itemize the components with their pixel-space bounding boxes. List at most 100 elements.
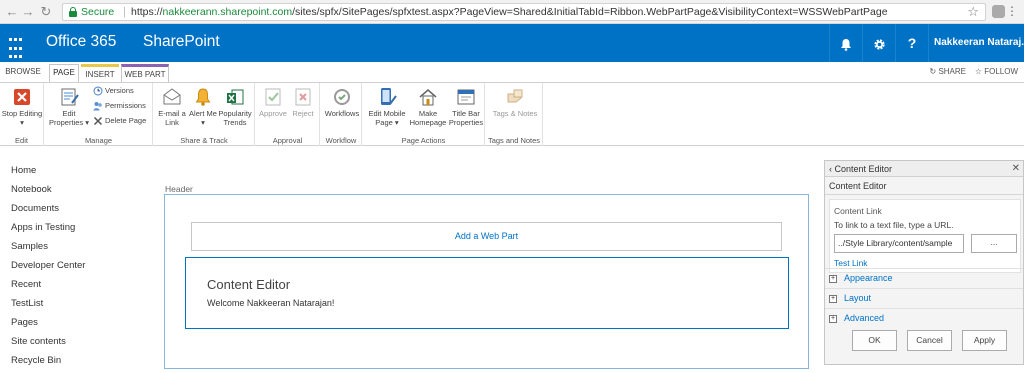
user-name[interactable]: Nakkeeran Nataraj... bbox=[928, 24, 1024, 62]
section-advanced[interactable]: + Advanced bbox=[825, 308, 1023, 326]
section-layout[interactable]: + Layout bbox=[825, 288, 1023, 306]
tags-notes-label: Tags & Notes bbox=[492, 109, 538, 118]
tags-notes-button[interactable]: Tags & Notes bbox=[490, 86, 540, 119]
reject-button[interactable]: Reject bbox=[289, 86, 317, 119]
cancel-button[interactable]: Cancel bbox=[907, 330, 952, 351]
edit-mobile-page-label: Edit Mobile Page bbox=[368, 109, 406, 127]
alert-bell-icon bbox=[195, 88, 211, 106]
nav-item-site-contents[interactable]: Site contents bbox=[0, 335, 150, 354]
nav-item-notebook[interactable]: Notebook bbox=[0, 183, 150, 202]
url-text[interactable]: https://nakkeerann.sharepoint.com/sites/… bbox=[131, 6, 888, 18]
nav-item-recycle-bin[interactable]: Recycle Bin bbox=[0, 354, 150, 373]
browse-button[interactable]: ... bbox=[971, 234, 1017, 253]
url-box[interactable]: Secure | https://nakkeerann.sharepoint.c… bbox=[62, 3, 986, 21]
popularity-trends-label: Popularity Trends bbox=[218, 109, 252, 127]
tab-web-part[interactable]: WEB PART bbox=[121, 64, 169, 82]
make-homepage-button[interactable]: Make Homepage bbox=[409, 86, 447, 127]
nav-item-testlist[interactable]: TestList bbox=[0, 297, 150, 316]
popularity-trends-button[interactable]: Popularity Trends bbox=[217, 86, 253, 127]
section-appearance-label: Appearance bbox=[844, 273, 893, 283]
workflows-button[interactable]: Workflows bbox=[323, 86, 361, 119]
web-part-zone: Add a Web Part Content Editor Welcome Na… bbox=[164, 194, 809, 369]
tags-notes-icon bbox=[507, 89, 523, 103]
settings-gear-icon[interactable] bbox=[862, 24, 895, 62]
expand-plus-icon: + bbox=[829, 314, 837, 323]
reject-icon bbox=[295, 88, 311, 106]
group-label-workflow: Workflow bbox=[325, 136, 357, 145]
excel-trends-icon bbox=[227, 89, 244, 105]
content-editor-web-part[interactable]: Content Editor Welcome Nakkeeran Nataraj… bbox=[185, 257, 789, 329]
ok-button[interactable]: OK bbox=[852, 330, 897, 351]
content-link-hint: To link to a text file, type a URL. bbox=[834, 220, 954, 230]
add-web-part-button[interactable]: Add a Web Part bbox=[191, 222, 782, 251]
delete-page-button[interactable]: Delete Page bbox=[93, 116, 146, 126]
nav-item-developer-center[interactable]: Developer Center bbox=[0, 259, 150, 278]
lock-icon bbox=[69, 7, 77, 17]
email-link-label: E-mail a Link bbox=[158, 109, 186, 127]
office365-brand[interactable]: Office 365 bbox=[46, 33, 116, 51]
permissions-icon bbox=[93, 102, 102, 111]
tool-pane-subheader: Content Editor bbox=[825, 177, 1023, 195]
ribbon-tab-row: BROWSE PAGE INSERT WEB PART ↻ SHARE ☆ FO… bbox=[0, 62, 1024, 82]
url-scheme: https:// bbox=[131, 6, 163, 18]
nav-item-samples[interactable]: Samples bbox=[0, 240, 150, 259]
ribbon-group-page-actions: Edit Mobile Page ▾ Make Homepage Title B… bbox=[363, 83, 485, 146]
title-bar-properties-label: Title Bar Properties bbox=[448, 109, 484, 127]
tab-browse[interactable]: BROWSE bbox=[0, 64, 46, 82]
secure-label: Secure bbox=[81, 6, 115, 18]
web-part-title: Content Editor bbox=[207, 277, 291, 292]
email-link-button[interactable]: E-mail a Link bbox=[156, 86, 188, 127]
alert-me-button[interactable]: Alert Me ▾ bbox=[189, 86, 217, 127]
extension-icon[interactable] bbox=[992, 5, 1005, 18]
section-advanced-label: Advanced bbox=[844, 313, 885, 323]
follow-label: FOLLOW bbox=[984, 67, 1018, 76]
bookmark-star-icon[interactable]: ☆ bbox=[967, 4, 979, 20]
url-domain: nakkeerann.sharepoint.com bbox=[162, 6, 293, 18]
app-launcher-icon[interactable] bbox=[0, 24, 30, 62]
sharepoint-brand[interactable]: SharePoint bbox=[143, 33, 220, 51]
versions-button[interactable]: Versions bbox=[93, 86, 134, 96]
share-button[interactable]: ↻ SHARE bbox=[930, 67, 967, 76]
edit-properties-button[interactable]: Edit Properties ▾ bbox=[48, 86, 90, 127]
nav-item-pages[interactable]: Pages bbox=[0, 316, 150, 335]
title-bar-properties-button[interactable]: Title Bar Properties bbox=[447, 86, 485, 127]
zone-label-header: Header bbox=[165, 184, 193, 194]
help-icon[interactable]: ? bbox=[895, 24, 928, 62]
nav-item-recent[interactable]: Recent bbox=[0, 278, 150, 297]
nav-item-apps-in-testing[interactable]: Apps in Testing bbox=[0, 221, 150, 240]
forward-arrow-icon[interactable]: → bbox=[20, 3, 36, 21]
section-layout-label: Layout bbox=[844, 293, 872, 303]
edit-mobile-page-button[interactable]: Edit Mobile Page ▾ bbox=[365, 86, 409, 127]
permissions-label: Permissions bbox=[105, 101, 146, 110]
content-link-input[interactable]: ../Style Library/content/sample bbox=[834, 234, 964, 253]
group-label-tags-notes: Tags and Notes bbox=[487, 136, 541, 145]
group-label-page-actions: Page Actions bbox=[401, 136, 446, 145]
back-arrow-icon[interactable]: ← bbox=[4, 3, 20, 21]
nav-item-documents[interactable]: Documents bbox=[0, 202, 150, 221]
section-appearance[interactable]: + Appearance bbox=[825, 268, 1023, 286]
tool-pane-back-icon[interactable]: ‹ bbox=[829, 164, 832, 174]
ribbon-group-workflow: Workflows Workflow bbox=[321, 83, 362, 146]
reload-icon[interactable]: ↻ bbox=[38, 3, 54, 21]
group-label-manage: Manage bbox=[84, 136, 113, 145]
tab-insert[interactable]: INSERT bbox=[81, 64, 119, 82]
permissions-button[interactable]: Permissions bbox=[93, 101, 146, 111]
notifications-bell-icon[interactable] bbox=[829, 24, 862, 62]
ribbon-group-edit: Stop Editing ▾ Edit bbox=[0, 83, 44, 146]
ribbon: Stop Editing ▾ Edit Edit Properties ▾ Ver… bbox=[0, 82, 1024, 146]
reject-label: Reject bbox=[292, 109, 314, 118]
suite-bar: Office 365 SharePoint ? Nakkeeran Natara… bbox=[0, 24, 1024, 62]
ribbon-group-manage: Edit Properties ▾ Versions Permissions D… bbox=[45, 83, 153, 146]
nav-item-home[interactable]: Home bbox=[0, 164, 150, 183]
test-link[interactable]: Test Link bbox=[834, 258, 868, 268]
approve-button[interactable]: Approve bbox=[258, 86, 288, 119]
apply-button[interactable]: Apply bbox=[962, 330, 1007, 351]
follow-button[interactable]: ☆ FOLLOW bbox=[975, 67, 1018, 76]
stop-editing-button[interactable]: Stop Editing ▾ bbox=[0, 86, 44, 127]
versions-icon bbox=[93, 86, 103, 96]
browser-menu-icon[interactable]: ⋮ bbox=[1006, 3, 1018, 19]
expand-plus-icon: + bbox=[829, 294, 837, 303]
tool-pane-close-icon[interactable]: ✕ bbox=[1012, 161, 1020, 177]
group-label-approval: Approval bbox=[272, 136, 303, 145]
tab-page[interactable]: PAGE bbox=[49, 64, 79, 82]
